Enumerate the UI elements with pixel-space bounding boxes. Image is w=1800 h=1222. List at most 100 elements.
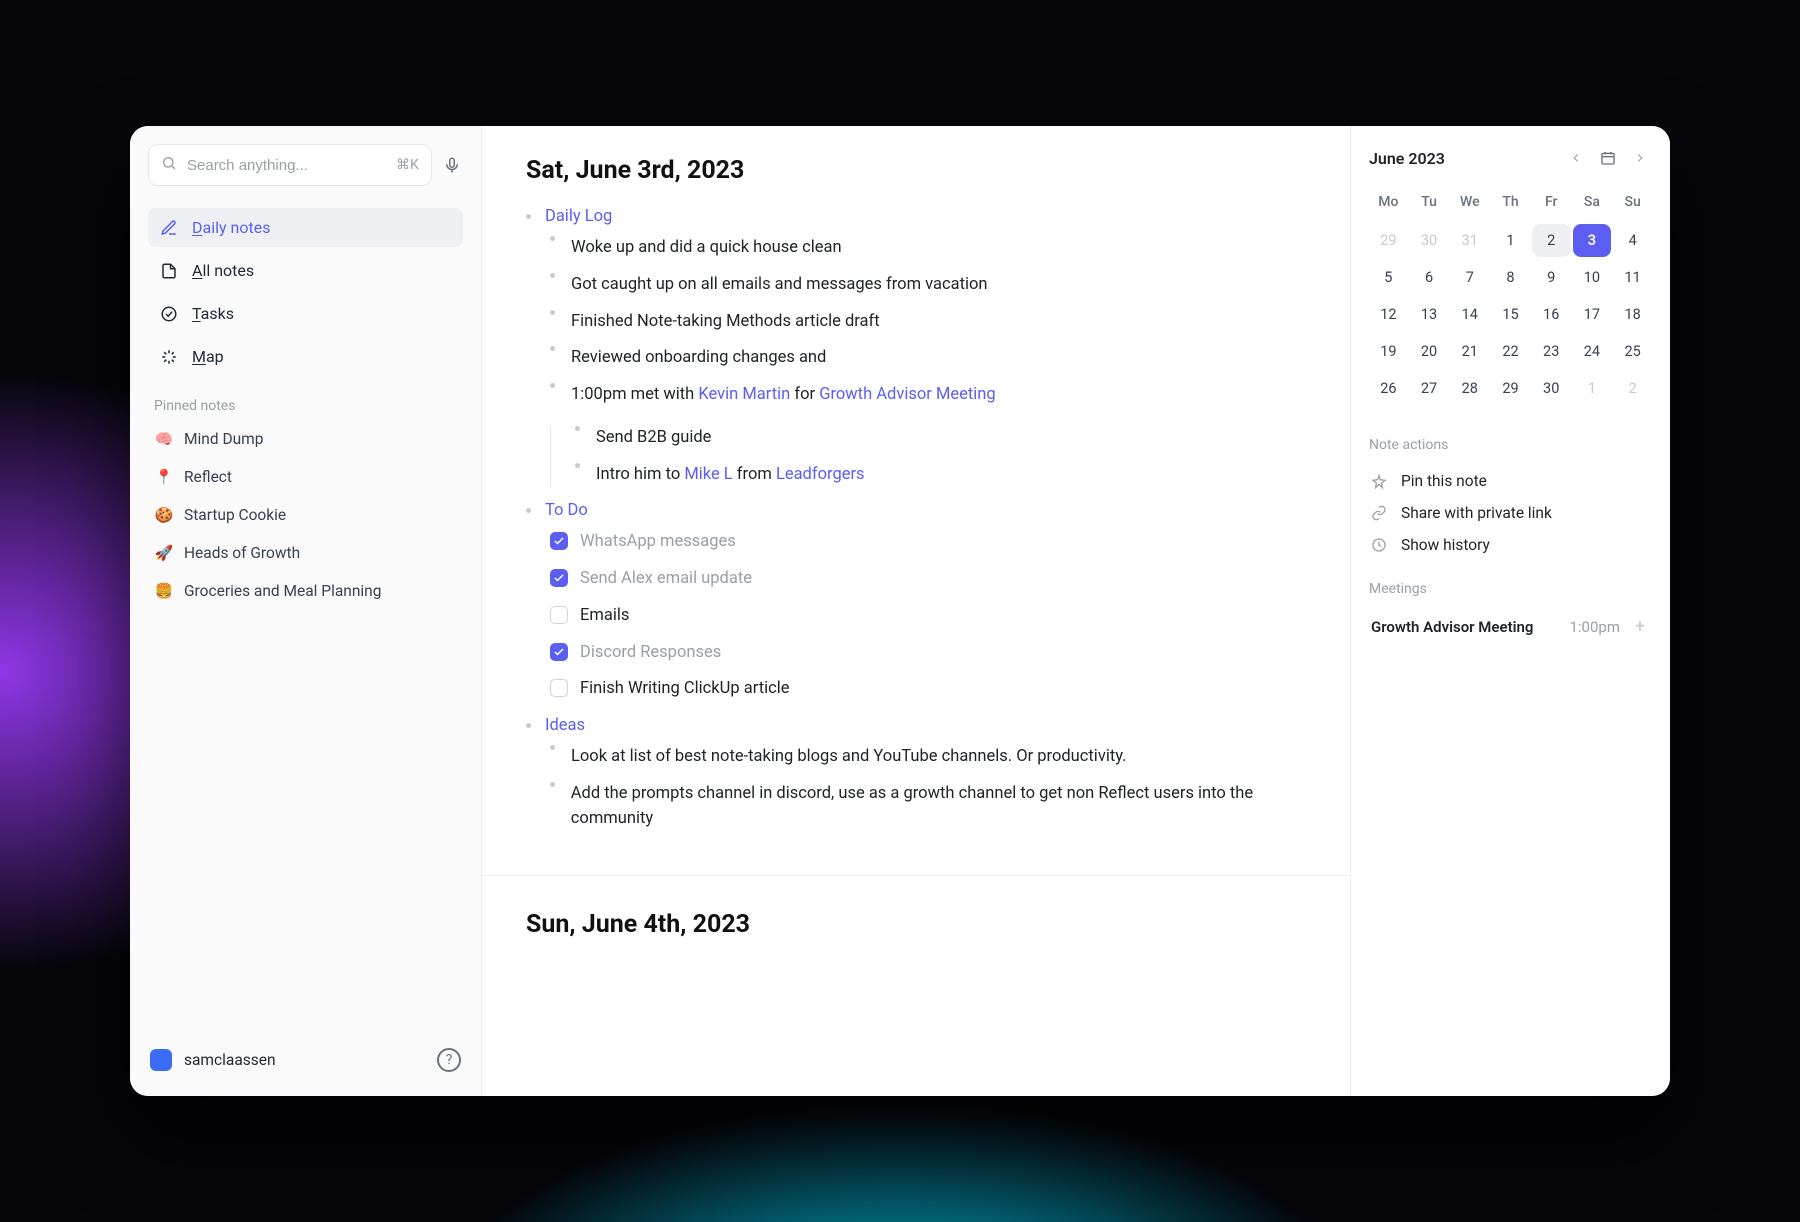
calendar-day[interactable]: 27 [1410,372,1449,405]
calendar-day[interactable]: 16 [1532,298,1571,331]
calendar-day[interactable]: 8 [1491,261,1530,294]
calendar-prev-button[interactable] [1564,146,1588,170]
pinned-label: Heads of Growth [184,544,300,562]
calendar-day[interactable]: 1 [1491,224,1530,257]
search-row: ⌘K [148,144,463,186]
event-mention[interactable]: Growth Advisor Meeting [819,385,995,404]
nav-map[interactable]: Map [148,337,463,376]
checkbox[interactable] [550,569,568,587]
nav-daily-notes[interactable]: Daily notes [148,208,463,247]
pinned-item[interactable]: 🧠Mind Dump [148,424,463,454]
calendar-next-button[interactable] [1628,146,1652,170]
calendar-day[interactable]: 20 [1410,335,1449,368]
calendar-day[interactable]: 9 [1532,261,1571,294]
action-history[interactable]: Show history [1369,529,1652,561]
checkbox[interactable] [550,643,568,661]
nav-label: Map [192,347,224,366]
sidebar: ⌘K Daily notes All notes Tasks Map [130,126,482,1096]
daily-log-list: Woke up and did a quick house cleanGot c… [526,236,1306,371]
calendar-day[interactable]: 24 [1573,335,1612,368]
note-icon [160,262,178,280]
pinned-item[interactable]: 🚀Heads of Growth [148,538,463,568]
calendar-day[interactable]: 30 [1410,224,1449,257]
company-mention[interactable]: Leadforgers [776,465,865,484]
calendar-day[interactable]: 17 [1573,298,1612,331]
meeting-row[interactable]: Growth Advisor Meeting1:00pm+ [1369,609,1652,644]
calendar-title: June 2023 [1369,149,1556,168]
calendar-day[interactable]: 21 [1450,335,1489,368]
pinned-emoji: 🍔 [154,582,174,600]
note-actions-header: Note actions [1369,437,1652,453]
list-item: Got caught up on all emails and messages… [550,273,1306,298]
checkbox[interactable] [550,606,568,624]
todo-list: WhatsApp messagesSend Alex email updateE… [526,530,1306,702]
calendar-day[interactable]: 23 [1532,335,1571,368]
calendar-day[interactable]: 22 [1491,335,1530,368]
note-title: Sat, June 3rd, 2023 [526,156,1306,185]
item-text: Intro him to Mike L from Leadforgers [596,463,865,488]
bullet-icon [526,723,531,728]
pin-icon [1371,473,1389,489]
pinned-label: Groceries and Meal Planning [184,582,381,600]
ideas-list: Look at list of best note-taking blogs a… [526,745,1306,831]
pinned-header: Pinned notes [154,398,463,414]
calendar-day[interactable]: 13 [1410,298,1449,331]
calendar-day[interactable]: 3 [1573,224,1612,257]
person-mention[interactable]: Mike L [684,465,732,484]
add-meeting-button[interactable]: + [1630,616,1650,637]
calendar-day[interactable]: 28 [1450,372,1489,405]
calendar-day[interactable]: 15 [1491,298,1530,331]
calendar-day[interactable]: 30 [1532,372,1571,405]
nav-all-notes[interactable]: All notes [148,251,463,290]
calendar-day[interactable]: 12 [1369,298,1408,331]
action-pin[interactable]: Pin this note [1369,465,1652,497]
calendar-day[interactable]: 4 [1613,224,1652,257]
calendar-day[interactable]: 26 [1369,372,1408,405]
calendar-day[interactable]: 31 [1450,224,1489,257]
item-text: Send B2B guide [596,426,711,451]
action-share[interactable]: Share with private link [1369,497,1652,529]
right-panel: June 2023 MoTuWeThFrSaSu2930311234567891… [1350,126,1670,1096]
editor[interactable]: Sat, June 3rd, 2023 Daily Log Woke up an… [482,126,1350,1096]
pinned-item[interactable]: 📍Reflect [148,462,463,492]
calendar-day[interactable]: 19 [1369,335,1408,368]
calendar-dow: Th [1491,186,1530,220]
next-note-title: Sun, June 4th, 2023 [526,910,1306,939]
person-mention[interactable]: Kevin Martin [698,385,790,404]
calendar-today-button[interactable] [1596,146,1620,170]
calendar-day[interactable]: 10 [1573,261,1612,294]
bullet-icon [575,426,580,431]
nav-label: Daily notes [192,218,270,237]
calendar-day[interactable]: 7 [1450,261,1489,294]
note-divider [482,875,1350,876]
help-button[interactable]: ? [437,1048,461,1072]
todo-item: Discord Responses [550,641,1306,666]
calendar-day[interactable]: 29 [1491,372,1530,405]
pinned-emoji: 📍 [154,468,174,486]
calendar-day[interactable]: 25 [1613,335,1652,368]
pinned-item[interactable]: 🍔 Groceries and Meal Planning [148,576,463,606]
section-heading: Ideas [545,716,585,735]
todo-label: Discord Responses [580,641,721,666]
search-box[interactable]: ⌘K [148,144,432,186]
calendar-day[interactable]: 18 [1613,298,1652,331]
calendar-day[interactable]: 1 [1573,372,1612,405]
calendar-day[interactable]: 11 [1613,261,1652,294]
calendar-day[interactable]: 29 [1369,224,1408,257]
calendar-day[interactable]: 6 [1410,261,1449,294]
user-avatar[interactable] [150,1049,172,1071]
voice-button[interactable] [442,147,463,183]
pinned-item[interactable]: 🍪Startup Cookie [148,500,463,530]
calendar-day[interactable]: 2 [1532,224,1571,257]
nav-label: All notes [192,261,254,280]
nav-tasks[interactable]: Tasks [148,294,463,333]
calendar-day[interactable]: 14 [1450,298,1489,331]
calendar-day[interactable]: 2 [1613,372,1652,405]
calendar-day[interactable]: 5 [1369,261,1408,294]
checkbox[interactable] [550,532,568,550]
checkbox[interactable] [550,679,568,697]
section-todo: To Do [526,501,1306,520]
section-heading: To Do [545,501,588,520]
search-input[interactable] [187,157,386,174]
user-name[interactable]: samclaassen [184,1051,425,1069]
